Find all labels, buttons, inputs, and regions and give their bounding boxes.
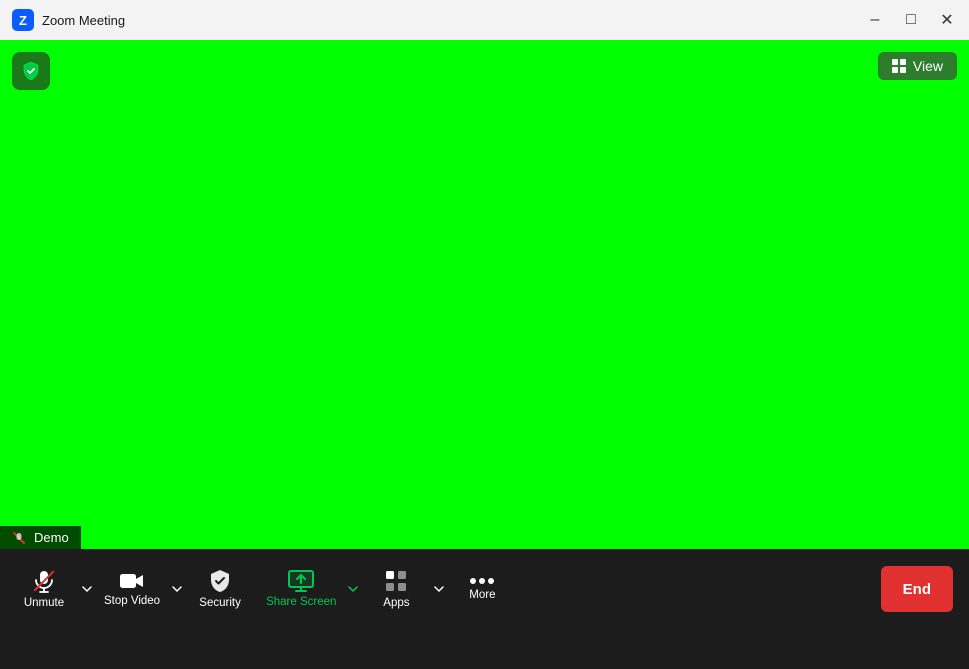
apps-label: Apps (383, 597, 409, 609)
toolbar: Unmute Stop Video (0, 549, 969, 629)
apps-caret-icon (434, 586, 444, 593)
meeting-video-area: View Demo (0, 40, 969, 549)
unmute-group: Unmute (8, 549, 94, 629)
stop-video-caret-button[interactable] (170, 554, 184, 624)
share-screen-icon (288, 570, 314, 592)
camera-icon (119, 571, 145, 591)
demo-label: Demo (0, 526, 81, 549)
share-screen-button[interactable]: Share Screen (256, 554, 346, 624)
apps-button[interactable]: Apps (360, 554, 432, 624)
mute-indicator-icon (12, 531, 26, 545)
stop-video-caret-icon (172, 586, 182, 593)
security-label: Security (199, 597, 241, 609)
unmute-button[interactable]: Unmute (8, 554, 80, 624)
mic-icon-wrapper (33, 569, 55, 593)
security-icon-wrapper (209, 569, 231, 593)
shield-check-icon (20, 60, 42, 82)
apps-icon (384, 569, 408, 593)
security-group: Security (184, 549, 256, 629)
share-screen-icon-wrapper (288, 570, 314, 592)
more-dots-icon (469, 577, 495, 585)
shield-badge (12, 52, 50, 90)
apps-icon-wrapper (384, 569, 408, 593)
stop-video-label: Stop Video (104, 595, 160, 607)
view-button[interactable]: View (878, 52, 957, 80)
apps-caret-button[interactable] (432, 554, 446, 624)
minimize-button[interactable]: – (861, 6, 889, 34)
camera-icon-wrapper (119, 571, 145, 591)
stop-video-button[interactable]: Stop Video (94, 554, 170, 624)
maximize-button[interactable]: □ (897, 6, 925, 34)
stop-video-group: Stop Video (94, 549, 184, 629)
more-label: More (469, 589, 495, 601)
security-button[interactable]: Security (184, 554, 256, 624)
unmute-caret-icon (82, 586, 92, 593)
share-screen-caret-icon (348, 586, 358, 593)
unmute-caret-button[interactable] (80, 554, 94, 624)
window-title: Zoom Meeting (42, 13, 125, 28)
logo-letter: Z (19, 13, 27, 28)
window-controls: – □ ✕ (861, 6, 961, 34)
security-shield-icon (209, 569, 231, 593)
unmute-label: Unmute (24, 597, 64, 609)
end-button[interactable]: End (881, 566, 953, 612)
demo-text: Demo (34, 530, 69, 545)
app-logo: Z (12, 9, 34, 31)
more-button[interactable]: More (446, 554, 518, 624)
grid-icon (892, 59, 906, 73)
apps-group: Apps (360, 549, 446, 629)
more-group: More (446, 549, 518, 629)
share-screen-label: Share Screen (266, 596, 336, 608)
more-icon-wrapper (469, 577, 495, 585)
close-button[interactable]: ✕ (933, 6, 961, 34)
title-bar: Z Zoom Meeting – □ ✕ (0, 0, 969, 40)
toolbar-items: Unmute Stop Video (8, 549, 881, 629)
share-screen-group: Share Screen (256, 549, 360, 629)
share-screen-caret-button[interactable] (346, 554, 360, 624)
